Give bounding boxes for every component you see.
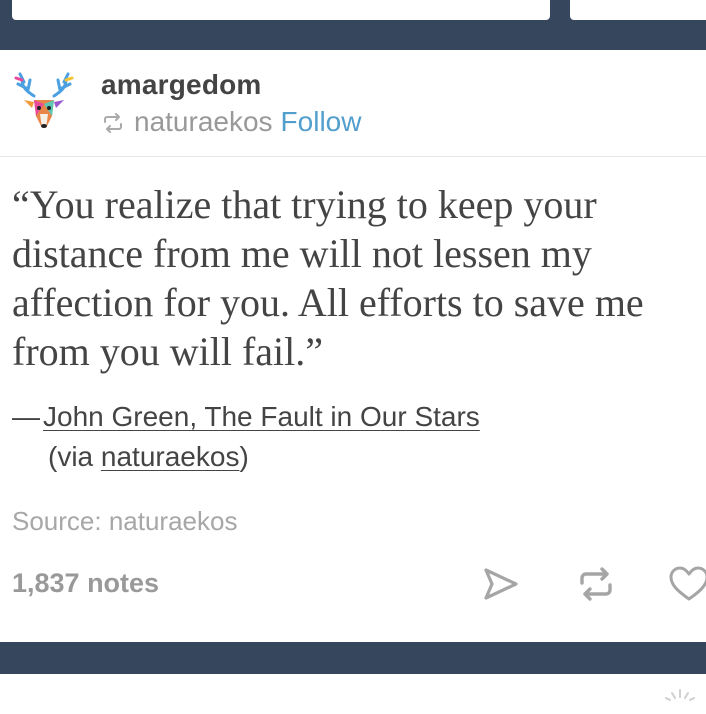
follow-button[interactable]: Follow bbox=[281, 106, 362, 138]
post-card: amargedom naturaekos Follow “You realize… bbox=[0, 50, 706, 642]
previous-post-card-right bbox=[570, 0, 706, 20]
previous-post-card-left bbox=[12, 0, 550, 20]
quote-text: “You realize that trying to keep your di… bbox=[12, 182, 644, 374]
post-username[interactable]: amargedom bbox=[101, 69, 262, 101]
next-post-card bbox=[0, 674, 706, 714]
reblog-icon bbox=[104, 113, 122, 133]
via-link[interactable]: naturaekos bbox=[101, 441, 240, 472]
via-suffix: ) bbox=[239, 441, 249, 472]
quote-attribution: — John Green, The Fault in Our Stars (via… bbox=[12, 397, 480, 477]
reblog-icon[interactable] bbox=[576, 566, 616, 602]
reblogged-from-blog[interactable]: naturaekos bbox=[134, 106, 273, 138]
share-icon[interactable] bbox=[482, 566, 520, 602]
loading-spinner-icon bbox=[665, 689, 695, 701]
via-prefix: (via bbox=[48, 441, 101, 472]
reblog-source-line: naturaekos Follow bbox=[101, 106, 361, 138]
author-link[interactable]: John Green, The Fault in Our Stars bbox=[43, 401, 480, 432]
source-link[interactable]: Source: naturaekos bbox=[12, 506, 237, 537]
post-header: amargedom naturaekos Follow bbox=[0, 50, 706, 157]
attribution-dash: — bbox=[12, 401, 40, 432]
notes-count[interactable]: 1,837 notes bbox=[12, 568, 159, 599]
deer-avatar[interactable] bbox=[12, 70, 76, 134]
via-line: (via naturaekos) bbox=[12, 437, 480, 477]
heart-icon[interactable] bbox=[668, 565, 706, 603]
